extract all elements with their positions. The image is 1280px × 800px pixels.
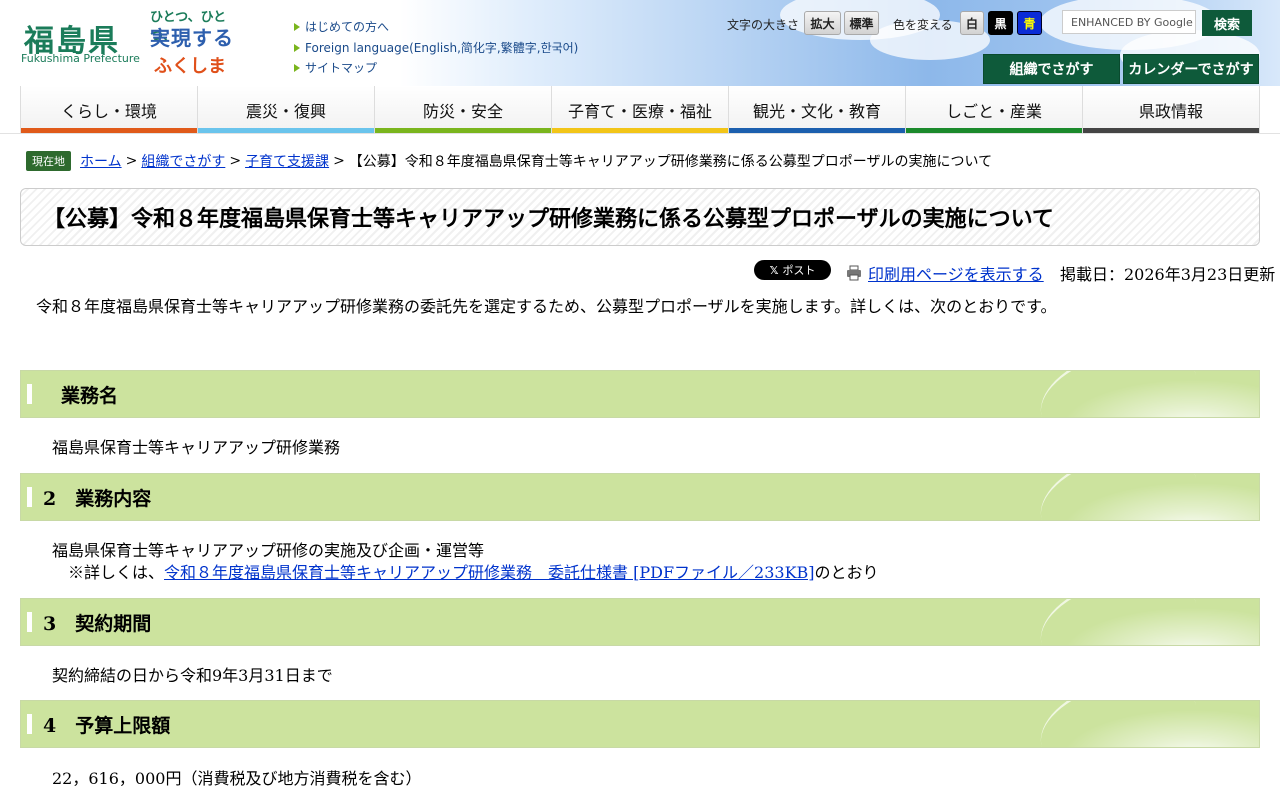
gnav-item-government[interactable]: 県政情報: [1083, 86, 1260, 133]
site-header: 福島県 Fukushima Prefecture ひとつ、ひとつ、 実現する ふ…: [0, 0, 1280, 86]
font-size-large-button[interactable]: 拡大: [804, 11, 841, 35]
gnav-item-living[interactable]: くらし・環境: [20, 86, 198, 133]
slogan-line-3: ふくしま: [154, 56, 226, 77]
print-page-link[interactable]: 印刷用ページを表示する: [846, 261, 1044, 285]
global-nav: くらし・環境 震災・復興 防災・安全 子育て・医療・福祉 観光・文化・教育 しご…: [20, 86, 1260, 133]
breadcrumb-home[interactable]: ホーム: [80, 151, 122, 171]
breadcrumb-childcare-division[interactable]: 子育て支援課: [245, 151, 329, 171]
gnav-item-welfare[interactable]: 子育て・医療・福祉: [552, 86, 729, 133]
gnav-item-industry[interactable]: しごと・産業: [906, 86, 1083, 133]
section-heading-text: 業務名: [61, 384, 119, 407]
spec-pdf-link[interactable]: 令和８年度福島県保育士等キャリアアップ研修業務 委託仕様書 [PDFファイル／2…: [164, 563, 815, 582]
page-title-box: 【公募】令和８年度福島県保育士等キャリアアップ研修業務に係る公募型プロポーザルの…: [20, 188, 1260, 246]
search-input[interactable]: ENHANCED BY Google: [1062, 10, 1196, 34]
color-label: 色を変える: [893, 18, 953, 32]
section-note-2: ※詳しくは、令和８年度福島県保育士等キャリアアップ研修業務 委託仕様書 [PDF…: [68, 563, 879, 582]
section-heading-text: 4 予算上限額: [43, 714, 171, 737]
breadcrumb-org-search[interactable]: 組織でさがす: [141, 151, 225, 171]
gnav-item-safety[interactable]: 防災・安全: [375, 86, 552, 133]
search-button[interactable]: 検索: [1202, 10, 1252, 36]
section-body-2: 福島県保育士等キャリアアップ研修の実施及び企画・運営等: [52, 541, 485, 560]
link-sitemap[interactable]: サイトマップ: [294, 59, 377, 76]
page-title: 【公募】令和８年度福島県保育士等キャリアアップ研修業務に係る公募型プロポーザルの…: [43, 207, 1054, 232]
section-heading-2: 2 業務内容: [20, 473, 1260, 521]
gnav-item-disaster-recovery[interactable]: 震災・復興: [198, 86, 375, 133]
font-size-label: 文字の大きさ: [727, 18, 800, 32]
link-first-time[interactable]: はじめての方へ: [294, 18, 389, 35]
color-white-button[interactable]: 白: [960, 11, 984, 35]
section-body-1: 福島県保育士等キャリアアップ研修業務: [52, 438, 341, 457]
org-search-button[interactable]: 組織でさがす: [983, 54, 1120, 84]
color-blue-button[interactable]: 青: [1017, 11, 1042, 35]
triangle-icon: [294, 22, 300, 31]
section-body-4: 22，616，000円（消費税及び地方消費税を含む）: [52, 769, 422, 788]
calendar-search-button[interactable]: カレンダーでさがす: [1123, 54, 1259, 84]
nav-divider: [0, 133, 1280, 134]
breadcrumb-separator: >: [229, 153, 242, 169]
section-body-3: 契約締結の日から令和9年3月31日まで: [52, 666, 333, 685]
x-post-button[interactable]: 𝕏 ポスト: [754, 260, 831, 280]
slogan-logo: ひとつ、ひとつ、 実現する ふくしま: [148, 6, 248, 78]
breadcrumb-separator: >: [333, 153, 345, 169]
breadcrumb: 現在地 ホーム > 組織でさがす > 子育て支援課 > 【公募】令和８年度福島県…: [26, 151, 992, 171]
link-foreign-language[interactable]: Foreign language(English,简化字,繁體字,한국어): [294, 39, 578, 56]
slogan-line-2: 実現する: [150, 26, 234, 50]
printer-icon: [847, 265, 861, 281]
section-heading-text: 3 契約期間: [43, 612, 152, 635]
section-heading-4: 4 予算上限額: [20, 700, 1260, 748]
gnav-item-culture[interactable]: 観光・文化・教育: [729, 86, 906, 133]
color-black-button[interactable]: 黒: [988, 11, 1013, 35]
font-size-normal-button[interactable]: 標準: [844, 11, 879, 35]
x-icon: 𝕏: [769, 263, 779, 277]
section-heading-3: 3 契約期間: [20, 598, 1260, 646]
current-location-badge: 現在地: [26, 151, 71, 171]
breadcrumb-separator: >: [125, 153, 138, 169]
triangle-icon: [294, 43, 300, 52]
intro-text: 令和８年度福島県保育士等キャリアアップ研修業務の委託先を選定するため、公募型プロ…: [36, 297, 1057, 316]
updated-date: 掲載日：2026年3月23日更新: [1060, 265, 1276, 284]
section-heading-text: 2 業務内容: [43, 487, 152, 510]
breadcrumb-current: 【公募】令和８年度福島県保育士等キャリアアップ研修業務に係る公募型プロポーザルの…: [348, 154, 993, 170]
logo-fukushima-en: Fukushima Prefecture: [21, 52, 140, 65]
section-heading-1: 業務名: [20, 370, 1260, 418]
triangle-icon: [294, 63, 300, 72]
